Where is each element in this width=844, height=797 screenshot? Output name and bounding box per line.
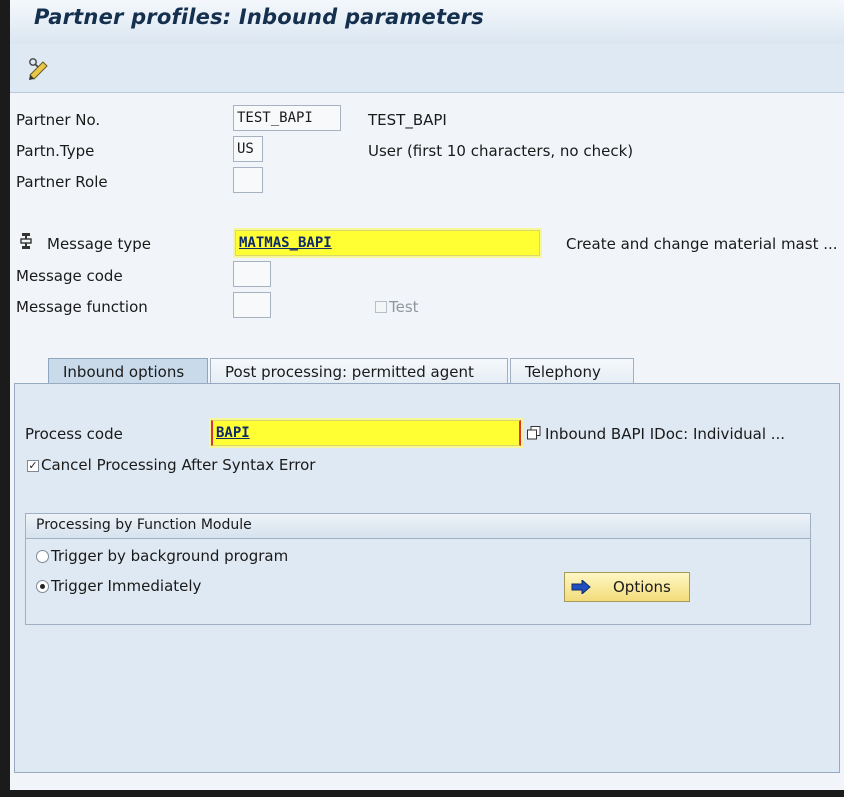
partner-no-label: Partner No. [16, 111, 101, 129]
message-type-description: Create and change material mast ... [566, 235, 838, 253]
page-title: Partner profiles: Inbound parameters [34, 5, 484, 29]
partner-type-label: Partn.Type [16, 142, 95, 160]
tab-post-processing[interactable]: Post processing: permitted agent [210, 358, 508, 384]
message-function-field[interactable] [233, 292, 271, 318]
process-code-field[interactable]: BAPI [211, 420, 521, 446]
message-function-label: Message function [16, 298, 148, 316]
options-button[interactable]: Options [564, 572, 690, 602]
cancel-processing-checkbox[interactable]: ✓ [27, 460, 39, 472]
partner-role-label: Partner Role [16, 173, 108, 191]
title-bar: Partner profiles: Inbound parameters [10, 0, 844, 44]
partner-no-field[interactable]: TEST_BAPI [233, 105, 341, 131]
process-code-label: Process code [25, 425, 123, 443]
test-label: Test [389, 298, 419, 316]
message-type-icon [20, 233, 32, 255]
display-change-icon[interactable] [26, 56, 52, 80]
main-area: Partner No. TEST_BAPI TEST_BAPI Partn.Ty… [10, 93, 844, 790]
trigger-background-radio[interactable] [36, 550, 49, 563]
window-left-edge [0, 0, 10, 797]
partner-no-description: TEST_BAPI [368, 111, 447, 129]
copy-icon[interactable] [527, 426, 541, 440]
trigger-background-label: Trigger by background program [51, 547, 289, 565]
partner-type-description: User (first 10 characters, no check) [368, 142, 634, 160]
trigger-immediately-radio[interactable] [36, 580, 49, 593]
message-type-label: Message type [47, 235, 152, 253]
message-code-label: Message code [16, 267, 123, 285]
tab-post-processing-label: Post processing: permitted agent [225, 363, 474, 381]
options-button-label: Options [613, 578, 671, 596]
inbound-options-panel: Process code BAPI Inbound BAPI IDoc: Ind… [14, 383, 840, 773]
tab-inbound-options[interactable]: Inbound options [48, 358, 208, 384]
trigger-immediately-label: Trigger Immediately [51, 577, 202, 595]
process-code-value: BAPI [216, 425, 250, 441]
tab-inbound-options-label: Inbound options [63, 363, 185, 381]
partner-type-value: US [237, 141, 254, 157]
arrow-right-icon [571, 578, 591, 598]
processing-group-title: Processing by Function Module [26, 514, 810, 539]
toolbar [10, 44, 844, 93]
process-code-description: Inbound BAPI IDoc: Individual ... [545, 425, 786, 443]
processing-group: Processing by Function Module Trigger by… [25, 513, 811, 625]
test-checkbox[interactable] [375, 301, 387, 313]
radio-selected-dot [40, 584, 45, 589]
message-type-field[interactable]: MATMAS_BAPI [235, 230, 540, 256]
tab-telephony[interactable]: Telephony [510, 358, 634, 384]
message-type-value: MATMAS_BAPI [239, 235, 332, 251]
partner-role-field[interactable] [233, 167, 263, 193]
message-code-field[interactable] [233, 261, 271, 287]
partner-type-field[interactable]: US [233, 136, 263, 162]
tab-telephony-label: Telephony [525, 363, 601, 381]
partner-no-value: TEST_BAPI [237, 110, 313, 126]
cancel-processing-label: Cancel Processing After Syntax Error [41, 456, 316, 474]
